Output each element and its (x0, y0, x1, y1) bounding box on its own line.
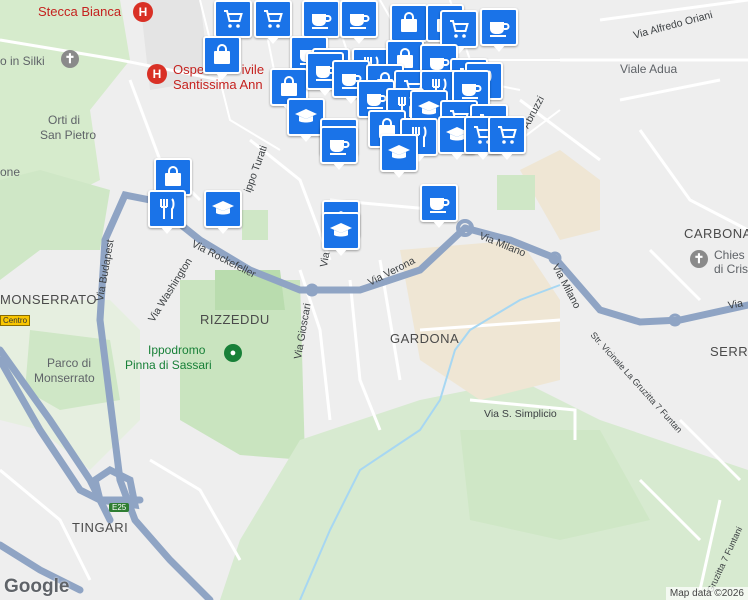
tingari-area-label: TINGARI (72, 520, 129, 535)
coffee-cup-icon (347, 7, 371, 31)
church-icon[interactable]: ✝ (690, 250, 708, 268)
chiesa-label-line2: di Cris (714, 262, 748, 276)
coffee-cup-icon (309, 7, 333, 31)
rizzeddu-area-label: RIZZEDDU (200, 312, 270, 327)
cafe-pin[interactable] (480, 8, 518, 52)
parco-label-line1: Parco di (47, 356, 92, 370)
chiesa-label-line1: Chies (714, 248, 745, 262)
school-pin[interactable] (204, 190, 242, 234)
centro-sign: Centro (0, 315, 31, 326)
cafe-pin[interactable] (420, 184, 458, 228)
shopping-cart-icon (495, 123, 519, 147)
supermarket-pin[interactable] (214, 0, 252, 44)
store-pin[interactable] (203, 36, 241, 80)
fork-knife-icon (155, 197, 179, 221)
ippodromo-label-line1: Ippodromo (148, 343, 206, 357)
gardona-area-label: GARDONA (390, 331, 460, 346)
cafe-pin[interactable] (320, 126, 358, 170)
supermarket-pin[interactable] (488, 116, 526, 160)
hospital-icon[interactable]: H (147, 64, 167, 84)
store-pin[interactable] (390, 4, 428, 48)
shopping-cart-icon (447, 17, 471, 41)
map-attribution[interactable]: Map data ©2026 (665, 587, 748, 600)
coffee-cup-icon (427, 191, 451, 215)
park-area (0, 170, 110, 280)
via-s-simplicio-label: Via S. Simplicio (484, 408, 557, 420)
one-label: one (0, 165, 21, 179)
map-canvas[interactable]: Stecca Bianca H H Ospedale Civile Santis… (0, 0, 748, 600)
via-short-label: Via (727, 297, 744, 312)
graduation-cap-icon (211, 197, 235, 221)
park-area (497, 175, 535, 210)
serra-area-label: SERRA (710, 344, 748, 359)
coffee-cup-icon (327, 133, 351, 157)
supermarket-pin[interactable] (254, 0, 292, 44)
hospital-icon[interactable]: H (133, 2, 153, 22)
graduation-cap-icon (387, 141, 411, 165)
shopping-bag-icon (397, 11, 421, 35)
orti-label-line1: Orti di (48, 113, 81, 127)
google-logo[interactable]: Google (4, 576, 69, 598)
shopping-bag-icon (161, 165, 185, 189)
carbona-area-label: CARBONA (684, 226, 748, 241)
e25-shield: E25 (109, 503, 130, 512)
park-icon[interactable]: ● (224, 344, 242, 362)
coffee-cup-icon (364, 87, 388, 111)
parco-label-line2: Monserrato (34, 371, 95, 385)
school-pin[interactable] (322, 212, 360, 256)
graduation-cap-icon (329, 219, 353, 243)
stecca-bianca-label: Stecca Bianca (38, 4, 122, 19)
shopping-bag-icon (210, 43, 234, 67)
coffee-cup-icon (459, 77, 483, 101)
ippodromo-label-line2: Pinna di Sassari (125, 358, 212, 372)
church-icon[interactable]: ✝ (61, 50, 79, 68)
cafe-pin[interactable] (340, 0, 378, 44)
monserrato-area-label: MONSERRATO (0, 292, 97, 307)
supermarket-pin[interactable] (440, 10, 478, 54)
shopping-cart-icon (261, 7, 285, 31)
viale-adua-label: Viale Adua (620, 62, 678, 76)
park-area (242, 210, 268, 240)
restaurant-pin[interactable] (148, 190, 186, 234)
coffee-cup-icon (487, 15, 511, 39)
s-pietro-label: o in Silki (0, 54, 45, 68)
graduation-cap-icon (294, 105, 318, 129)
shopping-bag-icon (277, 75, 301, 99)
orti-label-line2: San Pietro (40, 128, 97, 142)
shopping-cart-icon (221, 7, 245, 31)
cafe-pin[interactable] (302, 0, 340, 44)
school-pin[interactable] (380, 134, 418, 178)
